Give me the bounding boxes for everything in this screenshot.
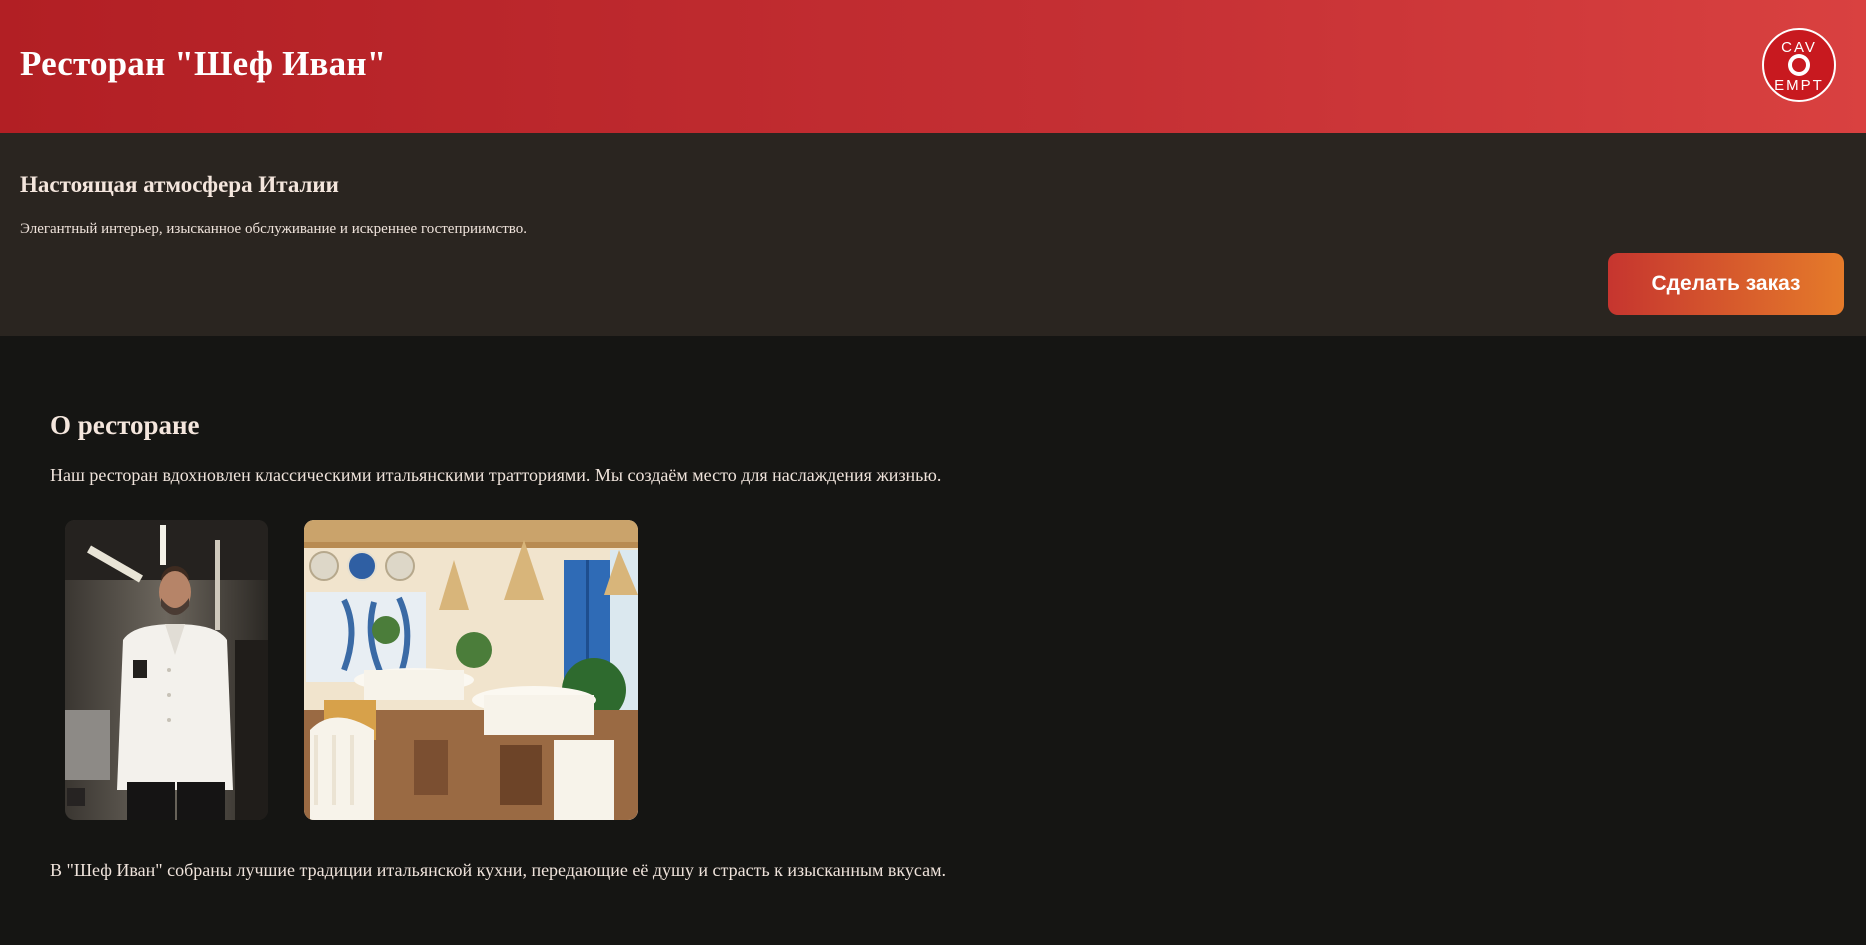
hero-title: Настоящая атмосфера Италии [20, 172, 339, 197]
site-header: Ресторан "Шеф Иван" CAV EMPT [0, 0, 1866, 133]
svg-text:CAV: CAV [1781, 39, 1817, 56]
logo-emblem-icon: CAV EMPT [1766, 32, 1832, 98]
site-title: Ресторан "Шеф Иван" [20, 44, 387, 83]
order-button[interactable]: Сделать заказ [1608, 253, 1844, 315]
closing-description: В "Шеф Иван" собраны лучшие традиции ита… [50, 860, 947, 880]
chef-photo [65, 520, 268, 820]
section-title: О ресторане [50, 410, 200, 440]
svg-text:EMPT: EMPT [1774, 77, 1824, 94]
hero-banner: Настоящая атмосфера Италии Элегантный ин… [0, 133, 1866, 336]
hero-description: Элегантный интерьер, изысканное обслужив… [20, 221, 527, 237]
brand-logo[interactable]: CAV EMPT [1762, 28, 1836, 102]
restaurant-interior-photo [304, 520, 638, 820]
about-description: Наш ресторан вдохновлен классическими ит… [50, 465, 942, 485]
about-section: О ресторане Наш ресторан вдохновлен клас… [0, 336, 1866, 945]
